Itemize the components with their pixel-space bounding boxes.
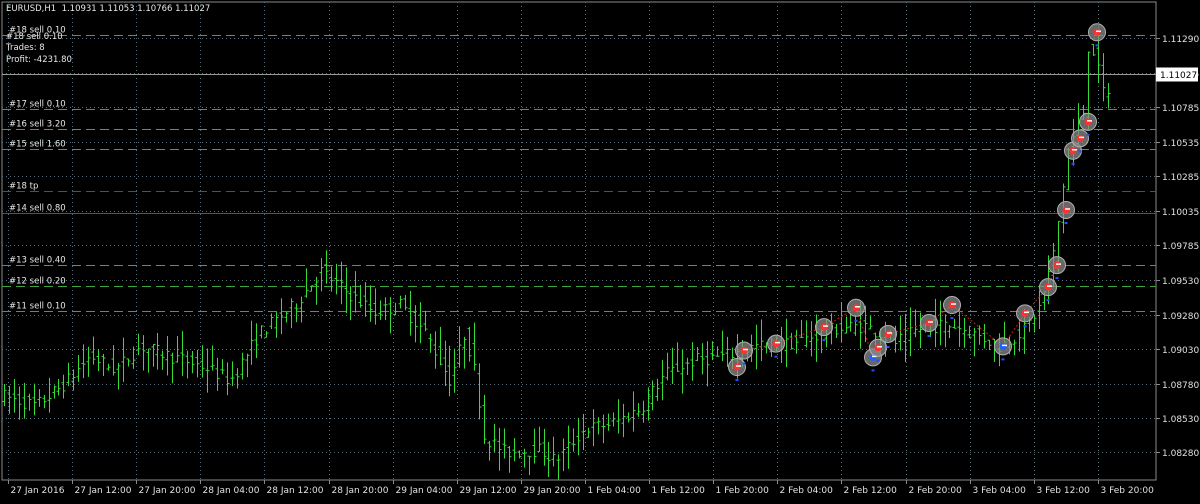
trade-marker-dot: [999, 342, 1007, 350]
stop-marker: [1071, 162, 1075, 165]
price-tick-label: 1.10535: [1162, 139, 1199, 149]
trade-marker-dot: [820, 323, 828, 331]
time-tick-label: 3 Feb 12:00: [1037, 486, 1091, 496]
trade-marker-dot: [1062, 206, 1070, 214]
order-level-label: #16 sell 3.20: [9, 120, 66, 130]
trade-marker-dot: [884, 330, 892, 338]
trade-marker-dot: [948, 301, 956, 309]
time-tick-label: 3 Feb 20:00: [1101, 486, 1155, 496]
time-tick-label: 3 Feb 04:00: [973, 486, 1027, 496]
trade-marker-dot: [1053, 261, 1061, 269]
time-tick-label: 1 Feb 12:00: [652, 486, 706, 496]
trade-marker-dot: [733, 363, 741, 371]
stop-marker: [1046, 299, 1050, 302]
stop-marker: [735, 379, 739, 382]
stop-marker: [1095, 44, 1099, 47]
trade-marker-dot: [1069, 147, 1077, 155]
time-tick-label: 29 Jan 12:00: [460, 486, 517, 496]
stop-marker: [927, 334, 931, 337]
order-level-label: #18 tp: [9, 182, 38, 192]
stop-marker: [1055, 277, 1059, 280]
time-tick-label: 1 Feb 04:00: [588, 486, 642, 496]
time-tick-label: 29 Jan 20:00: [524, 486, 581, 496]
order-level-label: #12 sell 0.20: [9, 277, 66, 287]
stop-marker: [886, 345, 890, 348]
price-tick-label: 1.09785: [1162, 242, 1199, 252]
trade-marker-dot: [1076, 134, 1084, 142]
trade-marker-dot: [772, 340, 780, 348]
price-tick-label: 1.11290: [1162, 35, 1199, 45]
order-level-label: #11 sell 0.10: [9, 302, 66, 312]
trade-marker-dot: [1084, 118, 1092, 126]
price-tick-label: 1.09530: [1162, 277, 1199, 287]
stop-marker: [1023, 325, 1027, 328]
time-tick-label: 28 Jan 04:00: [203, 486, 260, 496]
order-level-label: #14 sell 0.80: [9, 204, 66, 214]
price-tick-label: 1.09280: [1162, 312, 1199, 322]
price-tick-label: 1.08530: [1162, 415, 1199, 425]
price-chart[interactable]: #18 sell 0.10 #17 sell 0.10 #16 sell 3.20 #…: [0, 0, 1200, 500]
stop-marker: [854, 319, 858, 322]
info-order: #18 sell 0.10: [6, 32, 63, 42]
stop-marker: [774, 355, 778, 358]
price-tick-label: 1.08780: [1162, 381, 1199, 391]
trade-marker-dot: [740, 347, 748, 355]
order-level-label: #13 sell 0.40: [9, 256, 66, 266]
current-price-label: 1.11027: [1160, 71, 1197, 81]
stop-marker: [1086, 133, 1090, 136]
time-tick-label: 2 Feb 20:00: [909, 486, 963, 496]
order-level-label: #17 sell 0.10: [9, 100, 66, 110]
time-tick-label: 2 Feb 12:00: [844, 486, 898, 496]
time-tick-label: 28 Jan 12:00: [267, 486, 324, 496]
info-profit: Profit: -4231.80: [6, 55, 72, 65]
stop-marker: [1078, 150, 1082, 153]
stop-marker: [1001, 358, 1005, 361]
time-tick-label: 29 Jan 04:00: [396, 486, 453, 496]
price-tick-label: 1.10035: [1162, 208, 1199, 218]
stop-marker: [742, 362, 746, 365]
stop-marker: [822, 339, 826, 342]
price-tick-label: 1.10785: [1162, 104, 1199, 114]
order-level-label: #15 sell 1.60: [9, 140, 66, 150]
stop-marker: [876, 359, 880, 362]
trade-marker-dot: [1021, 309, 1029, 317]
trade-marker-dot: [925, 319, 933, 327]
info-trades: Trades: 8: [6, 43, 45, 53]
time-tick-label: 27 Jan 20:00: [139, 486, 196, 496]
trade-marker-dot: [874, 344, 882, 352]
price-tick-label: 1.10285: [1162, 173, 1199, 183]
stop-marker: [871, 369, 875, 372]
chart-window[interactable]: #18 sell 0.10 #17 sell 0.10 #16 sell 3.20 #…: [0, 0, 1200, 500]
stop-marker: [950, 317, 954, 320]
stop-marker: [1064, 222, 1068, 225]
time-tick-label: 1 Feb 20:00: [716, 486, 770, 496]
trade-marker-dot: [852, 304, 860, 312]
time-tick-label: 28 Jan 20:00: [332, 486, 389, 496]
price-tick-label: 1.09030: [1162, 346, 1199, 356]
price-tick-label: 1.08280: [1162, 449, 1199, 459]
time-tick-label: 2 Feb 04:00: [780, 486, 834, 496]
time-tick-label: 27 Jan 12:00: [75, 486, 132, 496]
trade-marker-dot: [1093, 28, 1101, 36]
trade-marker-dot: [1044, 283, 1052, 291]
time-tick-label: 27 Jan 2016: [11, 486, 65, 496]
symbol-header: EURUSD,H1 1.10931 1.11053 1.10766 1.1102…: [6, 4, 211, 14]
